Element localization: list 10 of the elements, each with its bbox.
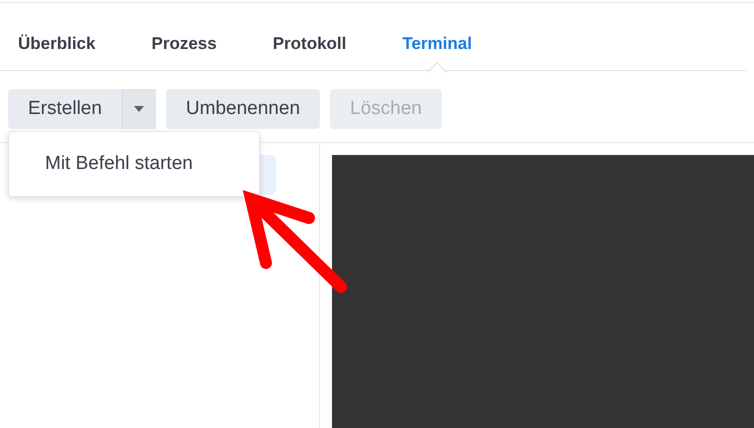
tab[interactable]: Überblick (18, 31, 96, 57)
caret-icon (134, 106, 144, 112)
tab[interactable]: Prozess (151, 31, 217, 57)
split-button[interactable]: Erstellen (8, 89, 156, 129)
create-button[interactable]: Erstellen (8, 89, 122, 129)
dropdown-toggle[interactable] (122, 89, 156, 129)
toolbar-button[interactable]: Umbenennen (166, 89, 320, 129)
tab[interactable]: Protokoll (272, 31, 346, 57)
tab[interactable]: Terminal (402, 31, 472, 57)
menu-item[interactable]: Mit Befehl starten (45, 150, 193, 178)
